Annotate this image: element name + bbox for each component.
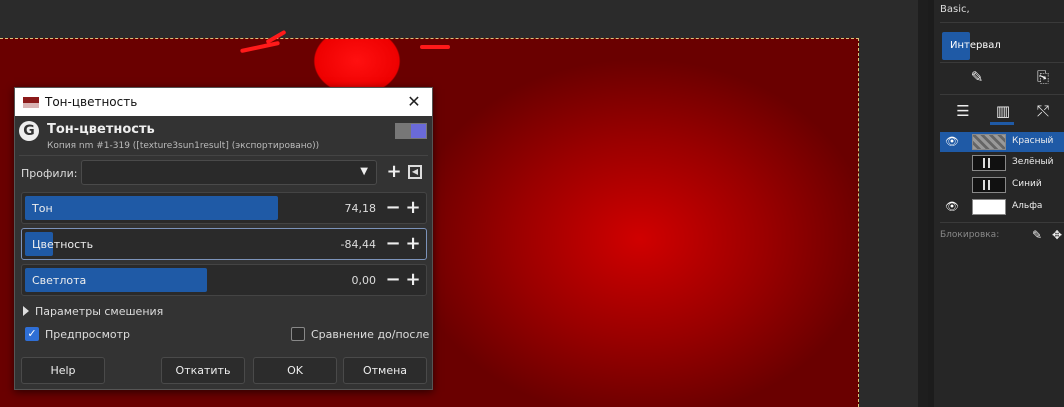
help-button[interactable]: Help <box>21 357 105 384</box>
lightness-slider[interactable]: Светлота 0,00 − + <box>21 264 427 296</box>
decrement-button[interactable]: − <box>384 197 402 219</box>
divider <box>19 155 428 156</box>
new-page-icon[interactable]: ⎘ <box>1034 68 1052 86</box>
increment-button[interactable]: + <box>404 269 422 291</box>
decrement-button[interactable]: − <box>384 269 402 291</box>
blend-options-label: Параметры смешения <box>35 305 164 318</box>
slider-label: Тон <box>32 202 53 215</box>
sun-ray <box>420 45 450 49</box>
compare-checkbox[interactable] <box>291 327 305 341</box>
channel-thumbnail <box>972 134 1006 150</box>
channel-row-red[interactable]: 👁 Красный <box>940 132 1064 152</box>
channels-panel: Basic, Интервал ✎ ⎘ ☰ ▥ ⤲ 👁 Красный Зелё… <box>928 0 1064 407</box>
edit-icon[interactable]: ✎ <box>968 68 986 86</box>
brush-lock-icon[interactable]: ✎ <box>1028 226 1046 244</box>
channel-thumbnail <box>972 199 1006 215</box>
channel-row-green[interactable]: Зелёный <box>940 153 1064 173</box>
eye-icon[interactable]: 👁 <box>944 135 960 149</box>
chroma-slider[interactable]: Цветность -84,44 − + <box>21 228 427 260</box>
chevron-down-icon: ▼ <box>360 166 368 177</box>
layers-tab-icon[interactable]: ☰ <box>954 102 972 120</box>
channel-thumbnail <box>972 177 1006 193</box>
sun-ray <box>240 40 280 54</box>
channel-row-alpha[interactable]: 👁 Альфа <box>940 197 1064 217</box>
divider <box>940 62 1064 63</box>
panel-splitter[interactable] <box>918 0 928 407</box>
titlebar[interactable]: Тон-цветность ✕ <box>15 88 432 116</box>
compare-label[interactable]: Сравнение до/после <box>311 328 429 341</box>
add-profile-button[interactable]: + <box>385 162 403 182</box>
divider <box>940 22 1064 23</box>
layer-preview-thumbnail <box>395 123 427 139</box>
divider <box>940 94 1064 95</box>
ok-button[interactable]: OK <box>253 357 337 384</box>
channel-row-blue[interactable]: Синий <box>940 175 1064 195</box>
slider-label: Светлота <box>32 274 87 287</box>
gimp-logo-icon: G <box>19 121 39 141</box>
dialog-subtitle: Копия nm #1-319 ([texture3sun1result] (э… <box>47 141 320 151</box>
profiles-label: Профили: <box>21 167 78 180</box>
reset-button[interactable]: Откатить <box>161 357 245 384</box>
channel-thumbnail <box>972 155 1006 171</box>
eye-icon[interactable]: 👁 <box>944 200 960 214</box>
slider-value[interactable]: 74,18 <box>345 202 377 215</box>
channel-label: Синий <box>1012 179 1042 189</box>
profiles-menu-button[interactable]: ◀ <box>408 165 422 179</box>
active-tab-indicator <box>990 122 1014 125</box>
slider-value[interactable]: -84,44 <box>341 238 376 251</box>
dialog-heading: Тон-цветность <box>47 122 155 137</box>
profiles-select[interactable]: ▼ <box>81 160 377 185</box>
preview-label[interactable]: Предпросмотр <box>45 328 130 341</box>
slider-fill <box>25 196 278 220</box>
interval-label: Интервал <box>950 40 1001 51</box>
expander-arrow-icon <box>23 306 29 316</box>
hue-chroma-dialog: Тон-цветность ✕ G Тон-цветность Копия nm… <box>14 87 433 390</box>
divider <box>940 222 1064 223</box>
app-image-icon <box>23 97 39 108</box>
slider-label: Цветность <box>32 238 94 251</box>
cancel-button[interactable]: Отмена <box>343 357 427 384</box>
channels-tab-icon[interactable]: ▥ <box>994 102 1012 120</box>
slider-value[interactable]: 0,00 <box>352 274 377 287</box>
channel-label: Альфа <box>1012 201 1043 211</box>
channel-label: Красный <box>1012 136 1054 146</box>
increment-button[interactable]: + <box>404 233 422 255</box>
close-icon[interactable]: ✕ <box>404 92 424 112</box>
preview-checkbox[interactable]: ✓ <box>25 327 39 341</box>
channel-label: Зелёный <box>1012 157 1054 167</box>
hue-slider[interactable]: Тон 74,18 − + <box>21 192 427 224</box>
move-lock-icon[interactable]: ✥ <box>1048 226 1064 244</box>
decrement-button[interactable]: − <box>384 233 402 255</box>
mode-label: Basic, <box>940 4 970 15</box>
paths-tab-icon[interactable]: ⤲ <box>1034 102 1052 120</box>
lock-label: Блокировка: <box>940 230 1000 240</box>
window-title: Тон-цветность <box>45 95 138 109</box>
increment-button[interactable]: + <box>404 197 422 219</box>
blend-options-expander[interactable]: Параметры смешения <box>23 305 163 318</box>
